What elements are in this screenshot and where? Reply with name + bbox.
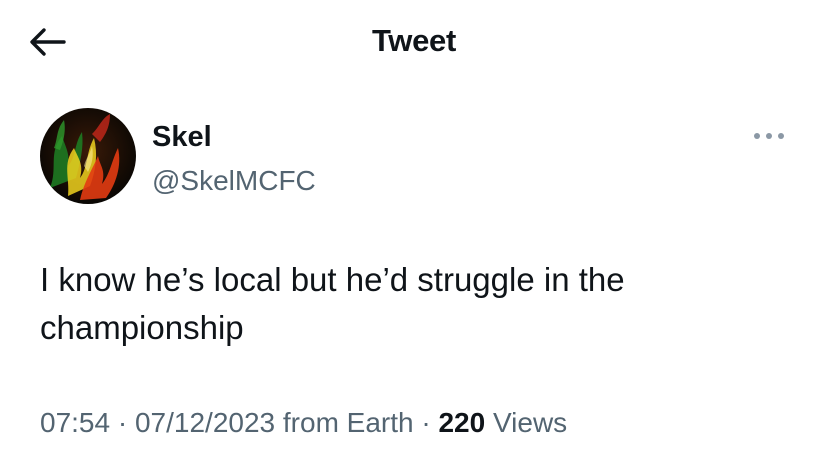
tweet-time[interactable]: 07:54: [40, 407, 110, 438]
tweet-author: Skel @SkelMCFC: [40, 108, 800, 204]
tweet-text-line: championship: [40, 309, 244, 346]
tweet-source: from Earth: [282, 407, 414, 438]
meta-separator: ·: [117, 407, 128, 438]
page-title: Tweet: [371, 23, 457, 58]
tweet-date[interactable]: 07/12/2023: [135, 407, 275, 438]
avatar[interactable]: [40, 108, 136, 204]
flame-avatar-image: [40, 108, 136, 204]
more-options-button[interactable]: [744, 118, 794, 154]
more-horizontal-icon: [754, 133, 784, 139]
author-handle[interactable]: @SkelMCFC: [152, 164, 316, 198]
meta-separator: ·: [421, 407, 431, 438]
author-display-name[interactable]: Skel: [152, 120, 212, 154]
tweet-metadata: 07:54 · 07/12/2023 from Earth · 220 View…: [40, 406, 567, 440]
views-label: Views: [492, 407, 568, 438]
tweet-text-line: I know he’s local but he’d struggle in t…: [40, 261, 625, 298]
top-bar: Tweet: [0, 0, 828, 82]
views-count: 220: [438, 407, 486, 438]
tweet-text: I know he’s local but he’d struggle in t…: [40, 256, 800, 352]
